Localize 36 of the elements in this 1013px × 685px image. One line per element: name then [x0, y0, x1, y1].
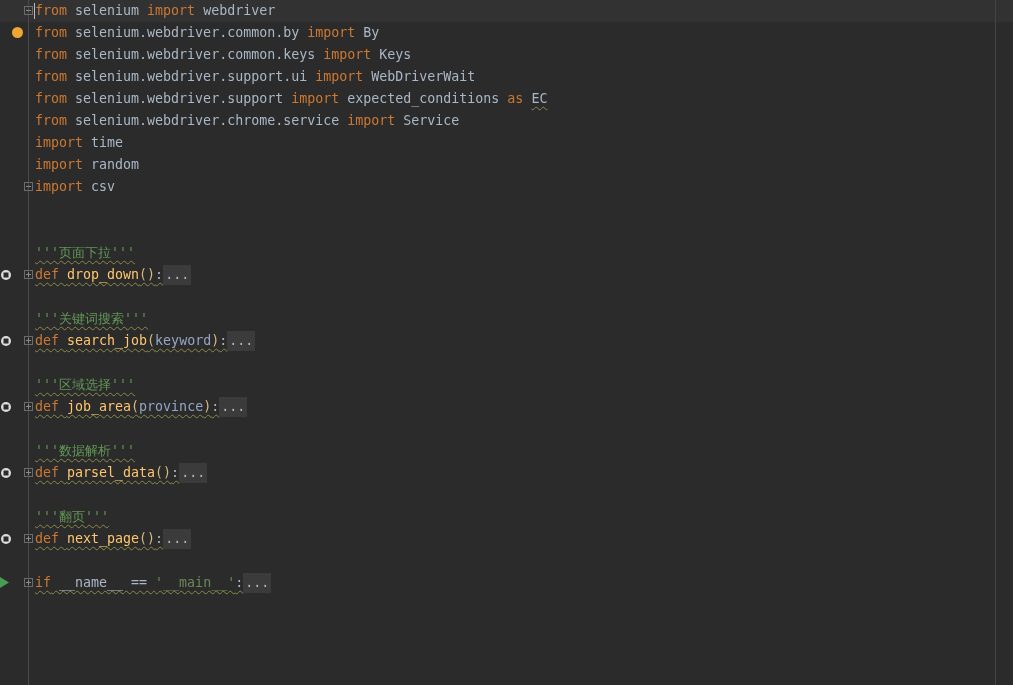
method-marker-icon[interactable] — [0, 401, 12, 413]
code-line: '''翻页''' — [35, 508, 110, 526]
code-line: from selenium.webdriver.support.ui import WebDriverWait — [35, 68, 476, 86]
code-line: import csv — [35, 178, 116, 196]
method-marker-icon[interactable] — [0, 269, 12, 281]
code-line: from selenium import webdriver — [35, 2, 276, 20]
code-line: '''关键词搜索''' — [35, 310, 149, 328]
code-line: '''页面下拉''' — [35, 244, 136, 262]
expand-icon[interactable] — [24, 336, 33, 345]
code-line: from selenium.webdriver.support import expected_conditions as EC — [35, 90, 548, 109]
expand-icon[interactable] — [24, 468, 33, 477]
expand-icon[interactable] — [24, 578, 33, 587]
code-line: def job_area(province):... — [35, 396, 248, 418]
code-line: import random — [35, 156, 140, 174]
code-line: def next_page():... — [35, 528, 192, 550]
code-line: def parsel_data():... — [35, 462, 208, 484]
fold-icon[interactable] — [24, 6, 33, 15]
code-line: from selenium.webdriver.chrome.service import Service — [35, 112, 460, 130]
code-line: import time — [35, 134, 124, 152]
code-line: def drop_down():... — [35, 264, 192, 286]
lightbulb-icon[interactable] — [12, 27, 23, 38]
code-line: def search_job(keyword):... — [35, 330, 256, 352]
code-line: from selenium.webdriver.common.by import By — [35, 24, 380, 42]
code-line: '''数据解析''' — [35, 442, 136, 460]
method-marker-icon[interactable] — [0, 335, 12, 347]
code-line: if __name__ == '__main__':... — [35, 572, 272, 594]
expand-icon[interactable] — [24, 402, 33, 411]
method-marker-icon[interactable] — [0, 533, 12, 545]
run-icon[interactable] — [0, 577, 9, 588]
text-caret — [34, 3, 35, 19]
expand-icon[interactable] — [24, 270, 33, 279]
fold-icon[interactable] — [24, 182, 33, 191]
expand-icon[interactable] — [24, 534, 33, 543]
method-marker-icon[interactable] — [0, 467, 12, 479]
code-line: from selenium.webdriver.common.keys import Keys — [35, 46, 412, 64]
code-line: '''区域选择''' — [35, 376, 136, 394]
